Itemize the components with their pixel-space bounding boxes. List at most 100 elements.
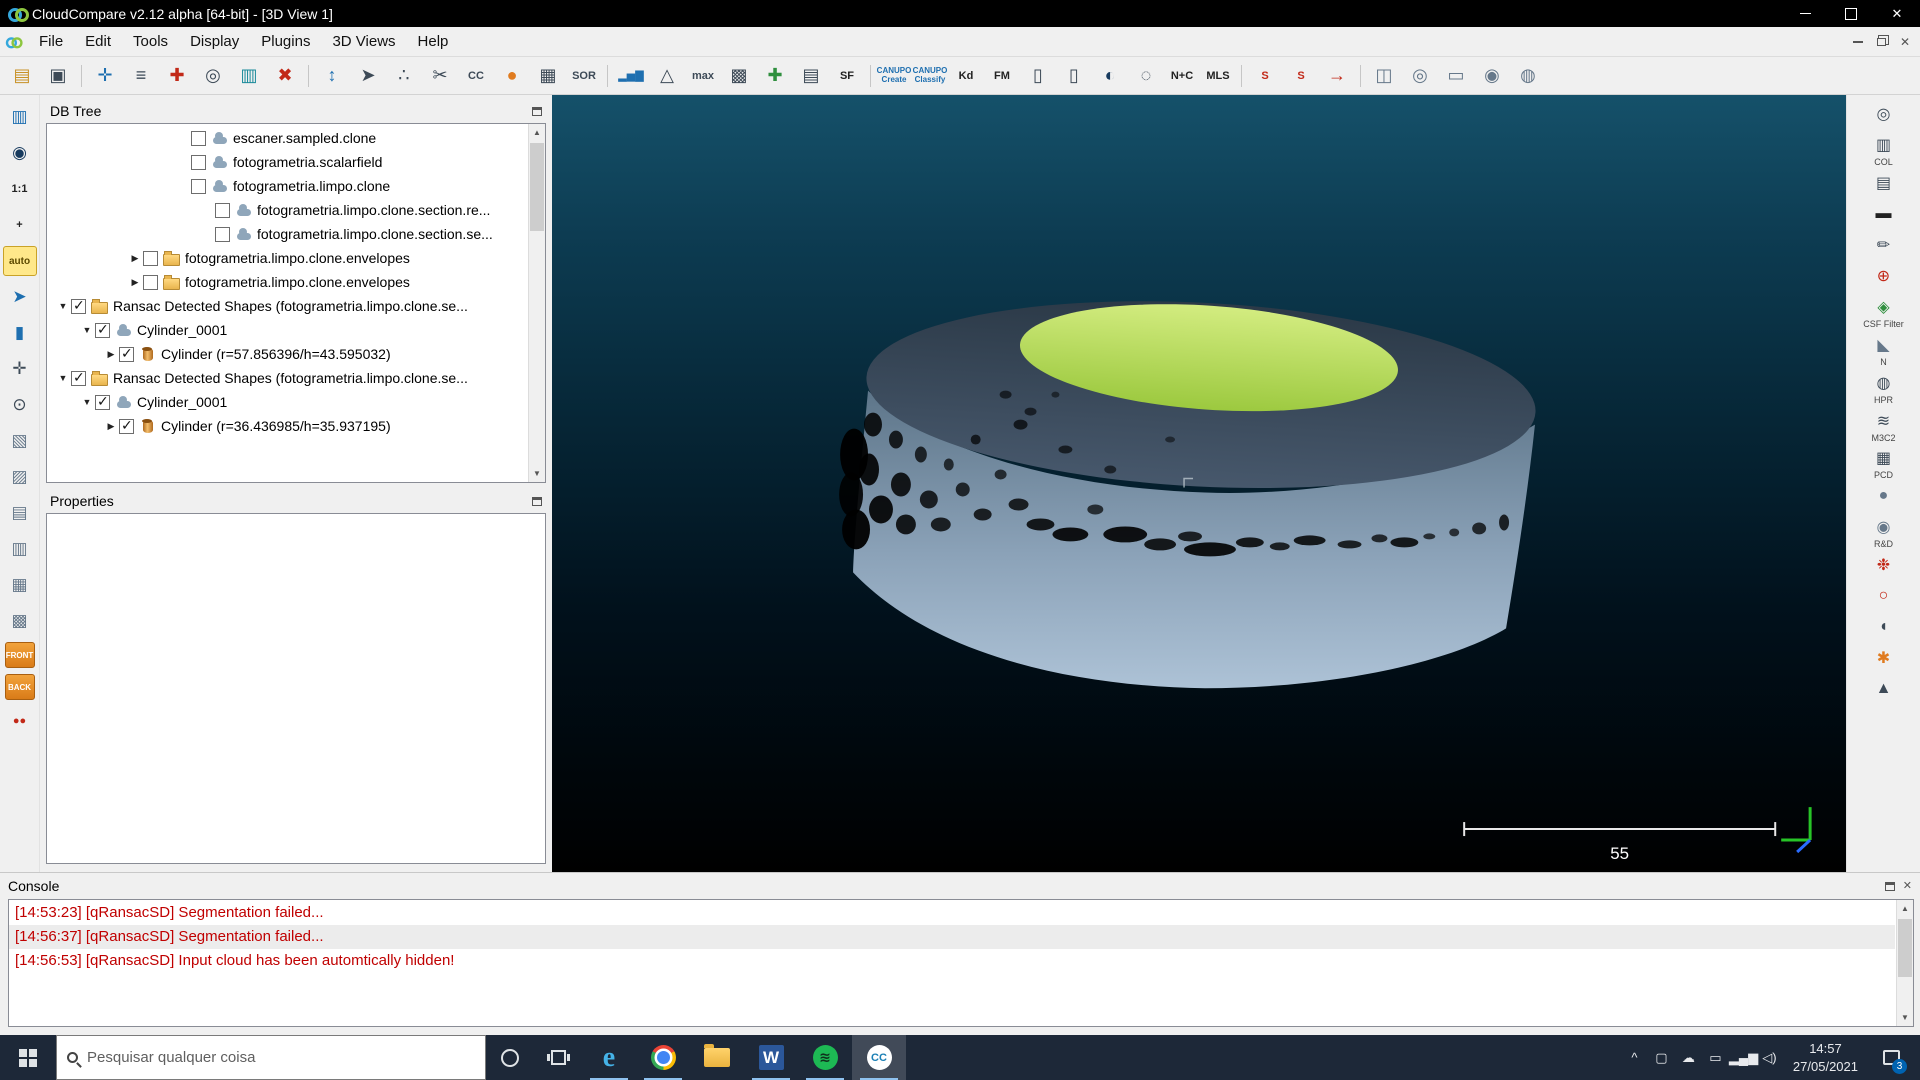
visibility-checkbox[interactable] — [95, 323, 110, 338]
close-panel-icon[interactable]: ✕ — [1903, 881, 1912, 892]
zoom-fit-icon[interactable]: + — [3, 210, 37, 240]
view-left-icon[interactable]: ▤ — [3, 498, 37, 528]
pick-arrow-icon[interactable]: ➤ — [3, 282, 37, 312]
interactive-segmentation-icon[interactable]: ● — [495, 60, 529, 92]
visibility-checkbox[interactable] — [71, 371, 86, 386]
expand-arrow-icon[interactable] — [55, 301, 71, 311]
tree-item[interactable]: fotogrametria.limpo.clone — [47, 174, 527, 198]
qbroom-icon[interactable]: ✏ — [1869, 232, 1899, 258]
primitive-cylinder-icon[interactable]: ◫ — [1367, 60, 1401, 92]
qpcl-icon[interactable]: ▦ — [1869, 445, 1899, 471]
expand-arrow-icon[interactable] — [103, 349, 119, 360]
qpcv-icon[interactable]: ● — [1869, 483, 1899, 509]
float-panel-icon[interactable] — [532, 497, 542, 506]
display-settings-icon[interactable]: ▥ — [3, 102, 37, 132]
qm3c2-icon[interactable]: ≋ — [1869, 408, 1899, 434]
expand-arrow-icon[interactable] — [127, 277, 143, 288]
mls-icon[interactable]: MLS — [1201, 60, 1235, 92]
taskbar-explorer-icon[interactable] — [690, 1035, 744, 1080]
minimize-button[interactable] — [1782, 0, 1828, 27]
delete-icon[interactable]: ✖ — [268, 60, 302, 92]
menu-item[interactable]: Help — [407, 27, 460, 56]
tray-chevron-icon[interactable]: ^ — [1621, 1050, 1648, 1065]
primitive-sphere-icon[interactable]: ◉ — [1475, 60, 1509, 92]
curvature-icon[interactable]: △ — [650, 60, 684, 92]
tree-item[interactable]: Cylinder (r=57.856396/h=43.595032) — [47, 342, 527, 366]
fine-registration-icon[interactable]: ➤ — [351, 60, 385, 92]
menu-item[interactable]: File — [28, 27, 74, 56]
qcompass-icon[interactable]: ⊕ — [1869, 263, 1899, 289]
view-back-cube-icon[interactable]: ▩ — [3, 606, 37, 636]
globe-icon[interactable]: ◐ — [1093, 60, 1127, 92]
visibility-checkbox[interactable] — [191, 155, 206, 170]
scroll-up-icon[interactable]: ▲ — [1897, 900, 1913, 917]
visibility-checkbox[interactable] — [215, 203, 230, 218]
qhough-normals-icon[interactable]: ✱ — [1869, 645, 1899, 671]
tree-item[interactable]: Ransac Detected Shapes (fotogrametria.li… — [47, 366, 527, 390]
expand-arrow-icon[interactable] — [103, 421, 119, 432]
expand-arrow-icon[interactable] — [79, 397, 95, 407]
qhpr-icon[interactable]: ◍ — [1869, 370, 1899, 396]
float-panel-icon[interactable] — [1885, 882, 1895, 891]
qransac-icon[interactable]: ○ — [1869, 583, 1899, 609]
tray-monitor-icon[interactable]: ▢ — [1648, 1050, 1675, 1066]
tree-item[interactable]: escaner.sampled.clone — [47, 126, 527, 150]
qfacets-icon[interactable]: ◣ — [1869, 332, 1899, 358]
sor-filter-icon[interactable]: SOR — [567, 60, 601, 92]
mdi-minimize-button[interactable] — [1853, 41, 1863, 43]
raise-points-icon[interactable]: ↕ — [315, 60, 349, 92]
qcsf-icon[interactable]: ◈ — [1869, 294, 1899, 320]
normals-compute-icon[interactable]: N+C — [1165, 60, 1199, 92]
visibility-checkbox[interactable] — [191, 179, 206, 194]
tray-volume-icon[interactable]: ◁) — [1756, 1050, 1783, 1066]
qpoisson-recon-icon[interactable]: ▲ — [1869, 676, 1899, 702]
primitive-box-icon[interactable]: ◍ — [1511, 60, 1545, 92]
expand-arrow-icon[interactable] — [127, 253, 143, 264]
menu-item[interactable]: Display — [179, 27, 250, 56]
globe-grid-icon[interactable]: ◌ — [1129, 60, 1163, 92]
expand-arrow-icon[interactable] — [55, 373, 71, 383]
qsfm-icon[interactable]: ◖ — [1869, 614, 1899, 640]
subsample-icon[interactable]: ∴ — [387, 60, 421, 92]
menu-item[interactable]: Tools — [122, 27, 179, 56]
start-button[interactable] — [0, 1035, 56, 1080]
task-view-button[interactable] — [534, 1035, 582, 1080]
visibility-checkbox[interactable] — [143, 275, 158, 290]
maximize-button[interactable] — [1828, 0, 1874, 27]
view-top-icon[interactable]: ▧ — [3, 426, 37, 456]
taskbar-word-icon[interactable]: W — [744, 1035, 798, 1080]
back-view-icon[interactable]: BACK — [5, 674, 35, 700]
expand-arrow-icon[interactable] — [79, 325, 95, 335]
scroll-down-icon[interactable]: ▼ — [1897, 1009, 1913, 1026]
float-panel-icon[interactable] — [532, 107, 542, 116]
matrix-icon[interactable]: ▤ — [794, 60, 828, 92]
front-view-icon[interactable]: FRONT — [5, 642, 35, 668]
properties-list-icon[interactable]: ≡ — [124, 60, 158, 92]
taskbar-cloudcompare-icon[interactable]: CC — [852, 1035, 906, 1080]
visibility-checkbox[interactable] — [95, 395, 110, 410]
kd-tree-icon[interactable]: Kd — [949, 60, 983, 92]
cross-section-icon[interactable]: CC — [459, 60, 493, 92]
stereo-glasses-icon[interactable]: ●● — [3, 706, 37, 736]
primitive-cone-icon[interactable]: ◎ — [1403, 60, 1437, 92]
tree-item[interactable]: fotogrametria.limpo.clone.envelopes — [47, 246, 527, 270]
grid-icon[interactable]: ▩ — [722, 60, 756, 92]
tree-item[interactable]: Cylinder_0001 — [47, 390, 527, 414]
scrollbar-thumb[interactable] — [1898, 919, 1912, 977]
tree-scrollbar[interactable]: ▲ ▼ — [528, 124, 545, 482]
tree-item[interactable]: fotogrametria.scalarfield — [47, 150, 527, 174]
mdi-restore-button[interactable] — [1877, 38, 1886, 46]
global-shift-icon[interactable]: ✛ — [88, 60, 122, 92]
screenshot-icon[interactable]: ◉ — [3, 138, 37, 168]
s-curve-icon[interactable]: S — [1248, 60, 1282, 92]
fm-icon[interactable]: FM — [985, 60, 1019, 92]
cortana-button[interactable] — [486, 1035, 534, 1080]
render-panel-icon[interactable]: ▮ — [3, 318, 37, 348]
visibility-checkbox[interactable] — [71, 299, 86, 314]
document-icon[interactable]: ▯ — [1021, 60, 1055, 92]
canupo-classify-icon[interactable]: CANUPO Classify — [913, 60, 947, 92]
action-center-button[interactable]: 3 — [1868, 1035, 1914, 1080]
menu-item[interactable]: Plugins — [250, 27, 321, 56]
s-fit-icon[interactable]: S — [1284, 60, 1318, 92]
tray-network-icon[interactable]: ▂▄▆ — [1729, 1050, 1756, 1066]
